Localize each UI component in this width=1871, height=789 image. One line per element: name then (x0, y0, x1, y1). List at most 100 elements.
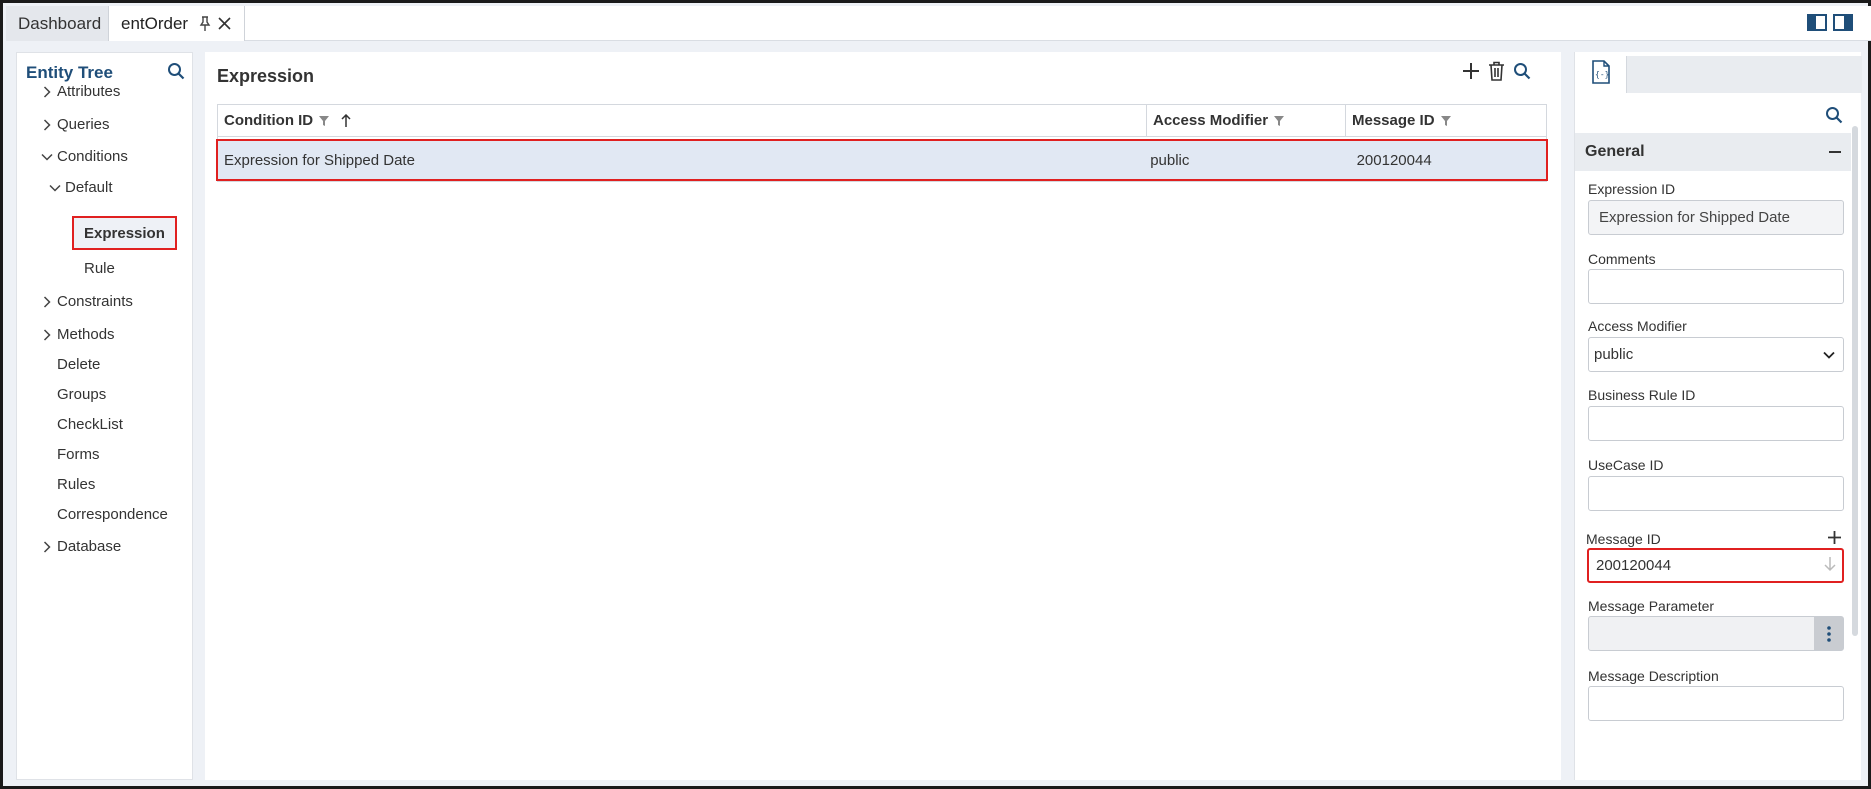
filter-icon[interactable] (1274, 115, 1285, 126)
tree-item-methods[interactable]: Methods (41, 326, 115, 343)
tab-bar: Dashboard entOrder (6, 6, 1871, 41)
tree-item-queries[interactable]: Queries (41, 116, 110, 133)
message-description-label: Message Description (1588, 668, 1719, 684)
arrow-down-icon[interactable] (1824, 556, 1836, 576)
message-id-label: Message ID (1586, 531, 1661, 547)
sort-asc-icon[interactable] (341, 113, 351, 128)
cell-message-id: 200120044 (1356, 151, 1432, 169)
section-general[interactable]: General (1575, 133, 1851, 171)
search-icon[interactable] (167, 62, 185, 85)
tree-item-forms[interactable]: Forms (57, 446, 100, 463)
access-modifier-label: Access Modifier (1588, 318, 1687, 334)
pin-icon[interactable] (198, 15, 212, 32)
expression-id-field[interactable]: Expression for Shipped Date (1588, 200, 1844, 235)
tree-label: Expression (84, 224, 165, 242)
tab-properties[interactable]: {-} (1575, 56, 1627, 93)
tree-label: Attributes (57, 83, 121, 100)
chevron-right-icon[interactable] (41, 328, 53, 341)
kebab-icon[interactable] (1814, 617, 1843, 650)
tree-item-default[interactable]: Default (49, 179, 113, 196)
trash-icon[interactable] (1488, 61, 1505, 86)
tab-entorder[interactable]: entOrder (109, 6, 245, 41)
section-title: General (1585, 143, 1645, 160)
tree-label: Forms (57, 446, 100, 463)
tree-item-rule[interactable]: Rule (84, 260, 115, 277)
chevron-right-icon[interactable] (41, 295, 53, 308)
tab-label: Dashboard (18, 13, 102, 33)
column-label: Condition ID (224, 112, 314, 129)
tree-label: Methods (57, 326, 115, 343)
comments-field[interactable] (1588, 269, 1844, 304)
search-icon[interactable] (1513, 62, 1531, 85)
tree-item-expression[interactable]: Expression (72, 216, 177, 250)
tree-item-constraints[interactable]: Constraints (41, 293, 133, 310)
comments-label: Comments (1588, 251, 1656, 267)
cell-condition-id: Expression for Shipped Date (224, 151, 415, 169)
tree-item-conditions[interactable]: Conditions (41, 148, 128, 165)
entity-tree-panel: Entity Tree Attributes Queries Condition… (16, 52, 193, 780)
search-icon[interactable] (1825, 106, 1843, 129)
column-label: Access Modifier (1153, 112, 1269, 129)
business-rule-label: Business Rule ID (1588, 387, 1696, 403)
chevron-right-icon[interactable] (41, 118, 53, 131)
tree-label: Constraints (57, 293, 133, 310)
tree-item-delete[interactable]: Delete (57, 356, 100, 373)
column-header-access-modifier[interactable]: Access Modifier (1147, 105, 1346, 136)
table-row[interactable]: Expression for Shipped Date public 20012… (216, 139, 1548, 181)
chevron-right-icon[interactable] (41, 540, 53, 553)
grid-header: Condition ID Access Modifier Message ID (218, 105, 1546, 137)
expression-id-label: Expression ID (1588, 181, 1676, 197)
message-id-field[interactable]: 200120044 (1587, 548, 1844, 583)
tree-item-correspondence[interactable]: Correspondence (57, 506, 168, 523)
column-header-condition-id[interactable]: Condition ID (218, 105, 1147, 136)
tree-item-attributes[interactable]: Attributes (41, 83, 120, 100)
plus-icon[interactable] (1827, 530, 1842, 550)
usecase-label: UseCase ID (1588, 457, 1664, 473)
tree-label: Conditions (57, 148, 128, 165)
column-label: Message ID (1352, 112, 1435, 129)
chevron-down-icon (1823, 346, 1835, 363)
app-window: Dashboard entOrder Entity Tree Attribute… (0, 0, 1871, 789)
usecase-field[interactable] (1588, 476, 1844, 511)
business-rule-field[interactable] (1588, 406, 1844, 441)
tree-item-database[interactable]: Database (41, 538, 121, 555)
tab-dashboard[interactable]: Dashboard (6, 6, 109, 41)
tree-item-checklist[interactable]: CheckList (57, 416, 123, 433)
tree-label: CheckList (57, 416, 123, 433)
tree-label: Groups (57, 386, 107, 403)
cell-access-modifier: public (1150, 151, 1190, 169)
tree-label: Rule (84, 260, 115, 277)
tree-item-rules[interactable]: Rules (57, 476, 95, 493)
properties-panel: {-} General Expression ID Expression for… (1574, 52, 1862, 780)
chevron-down-icon[interactable] (41, 153, 53, 161)
chevron-right-icon[interactable] (41, 85, 53, 98)
tree-label: Database (57, 538, 122, 555)
collapse-icon[interactable] (1829, 151, 1841, 153)
message-description-field[interactable] (1588, 686, 1844, 721)
layout-left-icon[interactable] (1807, 14, 1827, 31)
select-value: public (1594, 346, 1634, 363)
page-title: Expression (217, 66, 315, 86)
tree-label: Delete (57, 356, 101, 373)
column-header-message-id[interactable]: Message ID (1346, 105, 1546, 136)
tree-label: Queries (57, 116, 110, 133)
layout-right-icon[interactable] (1833, 14, 1853, 31)
filter-icon[interactable] (319, 115, 330, 126)
panel-title: Entity Tree (26, 63, 113, 82)
tree-label: Default (65, 179, 113, 196)
tree-item-groups[interactable]: Groups (57, 386, 106, 403)
tab-label: entOrder (121, 13, 189, 33)
code-file-icon: {-} (1591, 60, 1610, 89)
close-icon[interactable] (218, 17, 231, 30)
filter-icon[interactable] (1440, 115, 1451, 126)
tree-label: Rules (57, 476, 96, 493)
plus-icon[interactable] (1462, 62, 1480, 85)
message-parameter-label: Message Parameter (1588, 598, 1715, 614)
svg-text:{-}: {-} (1595, 70, 1609, 79)
message-parameter-field[interactable] (1588, 616, 1844, 651)
tree-label: Correspondence (57, 506, 168, 523)
access-modifier-select[interactable]: public (1588, 337, 1844, 372)
chevron-down-icon[interactable] (49, 184, 61, 192)
scrollbar[interactable] (1852, 126, 1858, 636)
expression-grid: Condition ID Access Modifier Message ID … (216, 104, 1548, 182)
